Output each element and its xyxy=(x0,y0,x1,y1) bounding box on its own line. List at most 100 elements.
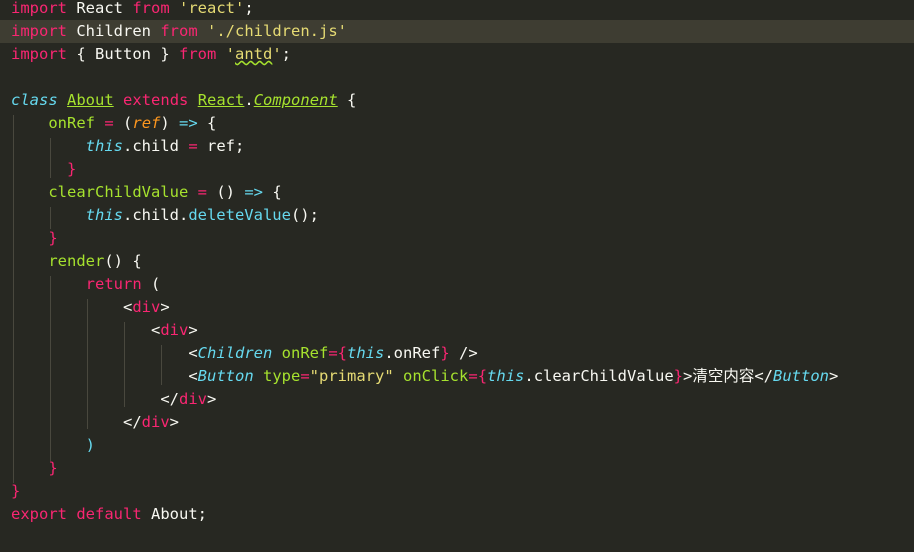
attribute-name: type xyxy=(263,367,301,385)
method-name: onRef xyxy=(48,114,95,132)
lint-warning-string[interactable]: antd xyxy=(235,45,272,63)
operator: = xyxy=(104,114,114,132)
tag-bracket: < xyxy=(188,344,198,362)
identifier: .child xyxy=(122,137,189,155)
code-line-16[interactable]: <Children onRef={this.onRef} /> xyxy=(0,342,914,365)
code-line-2-current[interactable]: import Children from './children.js' xyxy=(0,20,914,43)
operator: = xyxy=(197,183,207,201)
code-line-18[interactable]: </div> xyxy=(0,388,914,411)
brace: } xyxy=(48,459,58,477)
tag-bracket: > xyxy=(160,298,170,316)
identifier: .onRef xyxy=(384,344,441,362)
identifier: .clearChildValue xyxy=(524,367,674,385)
component-name: Children xyxy=(197,344,273,362)
this-keyword: this xyxy=(85,206,123,224)
punctuation: () xyxy=(207,183,245,201)
identifier: { Button } xyxy=(67,45,179,63)
tag-name: div xyxy=(160,321,189,339)
keyword: extends xyxy=(123,91,189,109)
code-line-20[interactable]: ) xyxy=(0,434,914,457)
tag-bracket: > xyxy=(169,413,179,431)
tag-bracket: /> xyxy=(449,344,478,362)
string: "primary" xyxy=(309,367,394,385)
brace: } xyxy=(67,160,77,178)
code-line-8[interactable]: } xyxy=(0,158,914,181)
code-line-19[interactable]: </div> xyxy=(0,411,914,434)
keyword: return xyxy=(85,275,142,293)
attribute-name: onClick xyxy=(403,367,469,385)
operator: = xyxy=(188,137,198,155)
code-line-10[interactable]: this.child.deleteValue(); xyxy=(0,204,914,227)
code-line-17[interactable]: <Button type="primary" onClick={this.cle… xyxy=(0,365,914,388)
paren: ) xyxy=(85,436,95,454)
code-editor[interactable]: import React from 'react'; import Childr… xyxy=(0,0,914,552)
tag-name: div xyxy=(178,390,207,408)
keyword: from xyxy=(160,22,198,40)
string: ' xyxy=(225,45,235,63)
tag-bracket: > xyxy=(188,321,198,339)
this-keyword: this xyxy=(487,367,525,385)
arrow: => xyxy=(244,183,263,201)
code-line-23[interactable]: export default About; xyxy=(0,503,914,526)
punctuation: ; xyxy=(281,45,292,63)
string: 'react' xyxy=(179,0,245,17)
code-line-14[interactable]: <div> xyxy=(0,296,914,319)
code-line-4[interactable] xyxy=(0,66,914,89)
code-line-15[interactable]: <div> xyxy=(0,319,914,342)
method-name: render xyxy=(48,252,105,270)
tag-bracket: < xyxy=(122,298,133,316)
component-name: Button xyxy=(197,367,254,385)
code-line-12[interactable]: render() { xyxy=(0,250,914,273)
code-line-11[interactable]: } xyxy=(0,227,914,250)
code-line-3[interactable]: import { Button } from 'antd'; xyxy=(0,43,914,66)
code-line-5[interactable]: class About extends React.Component { xyxy=(0,89,914,112)
jsx-text: >清空内容</ xyxy=(683,367,774,385)
punctuation: { xyxy=(263,183,282,201)
punctuation: { xyxy=(197,114,217,132)
inherited-class: React xyxy=(197,91,245,109)
operator: = xyxy=(468,367,478,385)
code-line-7[interactable]: this.child = ref; xyxy=(0,135,914,158)
code-line-1[interactable]: import React from 'react'; xyxy=(0,0,914,20)
keyword: export xyxy=(11,505,67,523)
identifier: ref; xyxy=(197,137,245,155)
code-line-22[interactable]: } xyxy=(0,480,914,503)
tag-bracket: < xyxy=(150,321,161,339)
identifier: About; xyxy=(141,505,207,523)
method-call: deleteValue xyxy=(188,206,291,224)
brace: } xyxy=(440,344,450,362)
keyword: from xyxy=(132,0,170,17)
string: ' xyxy=(272,45,282,63)
punctuation: ; xyxy=(244,0,254,17)
arrow: => xyxy=(179,114,198,132)
identifier: React xyxy=(67,0,133,17)
punctuation: . xyxy=(244,91,254,109)
code-line-21[interactable]: } xyxy=(0,457,914,480)
code-line-6[interactable]: onRef = (ref) => { xyxy=(0,112,914,135)
identifier: Children xyxy=(67,22,161,40)
punctuation: ) xyxy=(160,114,180,132)
punctuation: ( xyxy=(113,114,133,132)
tag-name: div xyxy=(132,298,161,316)
tag-bracket: > xyxy=(829,367,839,385)
class-name: About xyxy=(67,91,114,109)
code-line-9[interactable]: clearChildValue = () => { xyxy=(0,181,914,204)
code-line-13[interactable]: return ( xyxy=(0,273,914,296)
identifier: .child. xyxy=(122,206,189,224)
keyword: import xyxy=(11,22,67,40)
tag-bracket: > xyxy=(206,390,217,408)
keyword: import xyxy=(11,45,67,63)
tag-bracket: < xyxy=(188,367,198,385)
component-name: Button xyxy=(773,367,830,385)
